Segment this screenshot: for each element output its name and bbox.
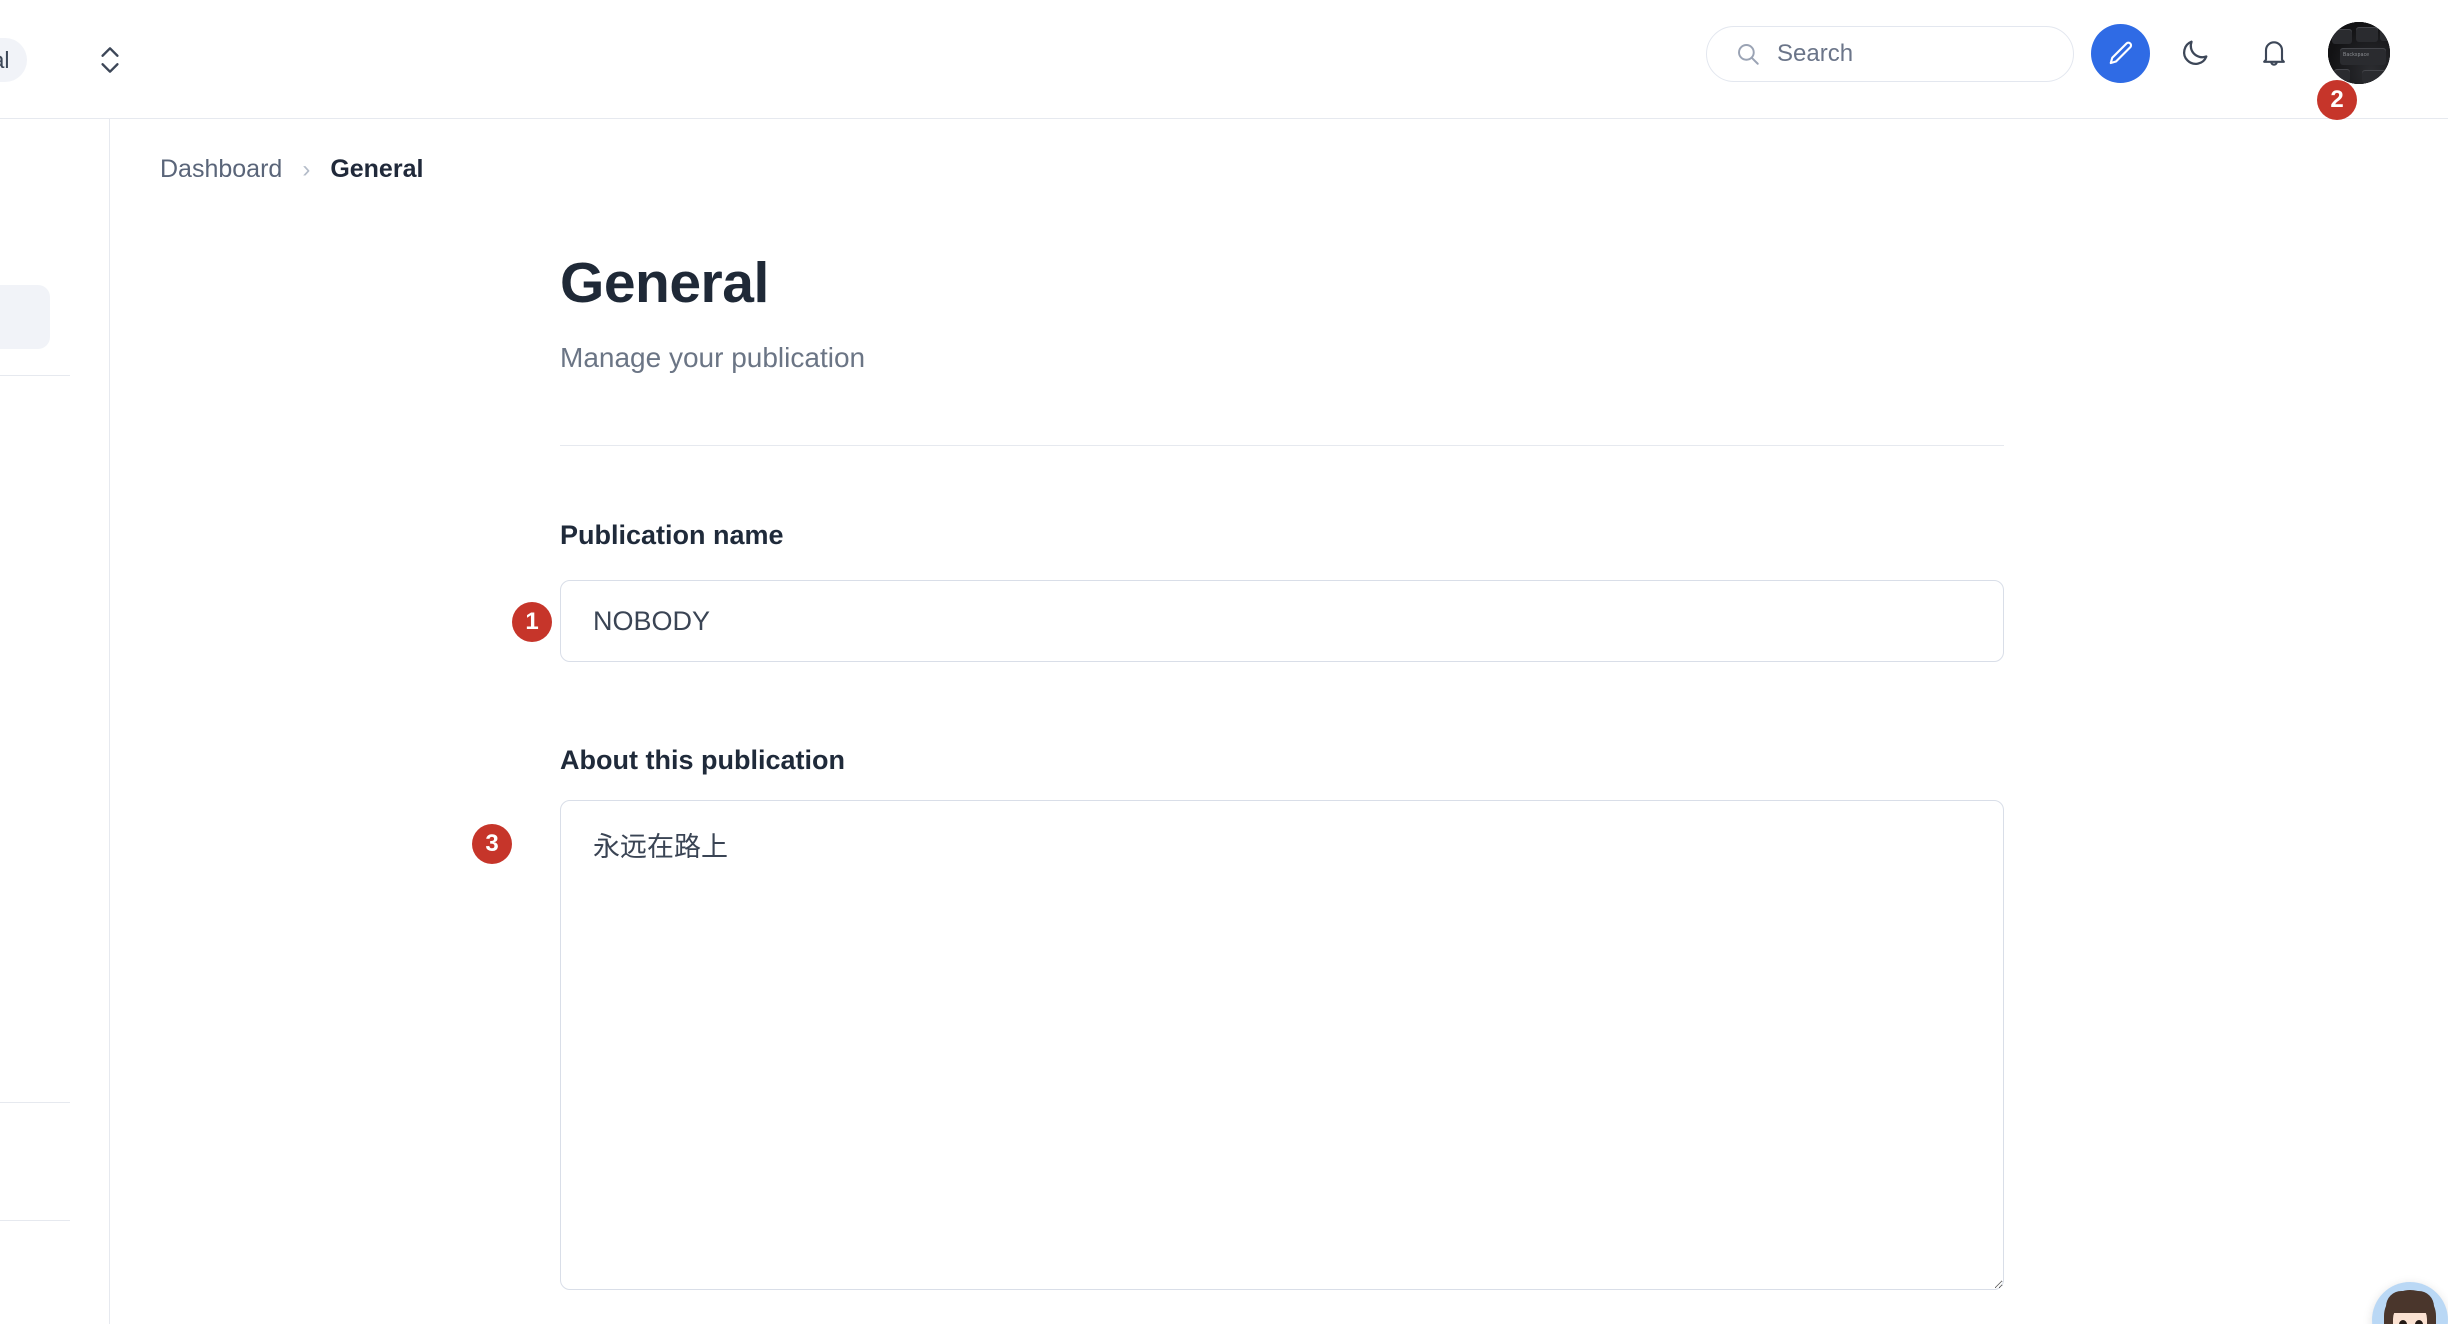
breadcrumb-item-dashboard[interactable]: Dashboard xyxy=(160,155,282,184)
sidebar-divider xyxy=(0,1220,70,1221)
search-icon xyxy=(1738,44,1759,65)
publication-name-label: Publication name xyxy=(560,520,784,550)
about-publication-textarea[interactable] xyxy=(560,800,2004,1290)
section-divider xyxy=(560,445,2004,446)
annotation-badge-3: 3 xyxy=(472,824,512,864)
user-avatar-button[interactable]: Backspace xyxy=(2328,22,2390,84)
sidebar-divider xyxy=(0,375,70,376)
workspace-pill[interactable]: onal xyxy=(0,38,28,82)
workspace-pill-label: onal xyxy=(0,46,10,73)
app-root: onal xyxy=(0,0,2448,1324)
sidebar xyxy=(0,119,110,1324)
sidebar-divider xyxy=(0,1102,70,1103)
search-input[interactable] xyxy=(1777,27,2027,81)
annotation-badge-1: 1 xyxy=(512,602,552,642)
bell-icon xyxy=(2263,41,2285,66)
breadcrumb-item-general[interactable]: General xyxy=(330,155,423,184)
page-title: General xyxy=(560,251,769,315)
moon-icon xyxy=(2183,40,2208,65)
sidebar-item-active[interactable] xyxy=(0,285,50,349)
breadcrumb-separator-icon: › xyxy=(302,155,311,183)
breadcrumb: Dashboard › General xyxy=(160,155,423,184)
theme-toggle-button[interactable] xyxy=(2168,26,2222,80)
chat-widget-button[interactable] xyxy=(2372,1282,2448,1324)
pencil-icon xyxy=(2109,41,2132,64)
notifications-button[interactable] xyxy=(2247,26,2301,80)
user-avatar: Backspace xyxy=(2328,22,2390,84)
chat-avatar-icon xyxy=(2372,1282,2448,1324)
annotation-badge-2: 2 xyxy=(2317,80,2357,120)
publication-name-input[interactable] xyxy=(560,580,2004,662)
top-header: onal xyxy=(0,0,2448,119)
chevron-up-down-icon xyxy=(101,47,119,73)
page-subtitle: Manage your publication xyxy=(560,342,866,373)
write-post-button[interactable] xyxy=(2091,24,2150,83)
about-publication-label: About this publication xyxy=(560,745,845,775)
workspace-switcher-button[interactable] xyxy=(88,38,132,82)
search-box[interactable] xyxy=(1706,26,2074,82)
